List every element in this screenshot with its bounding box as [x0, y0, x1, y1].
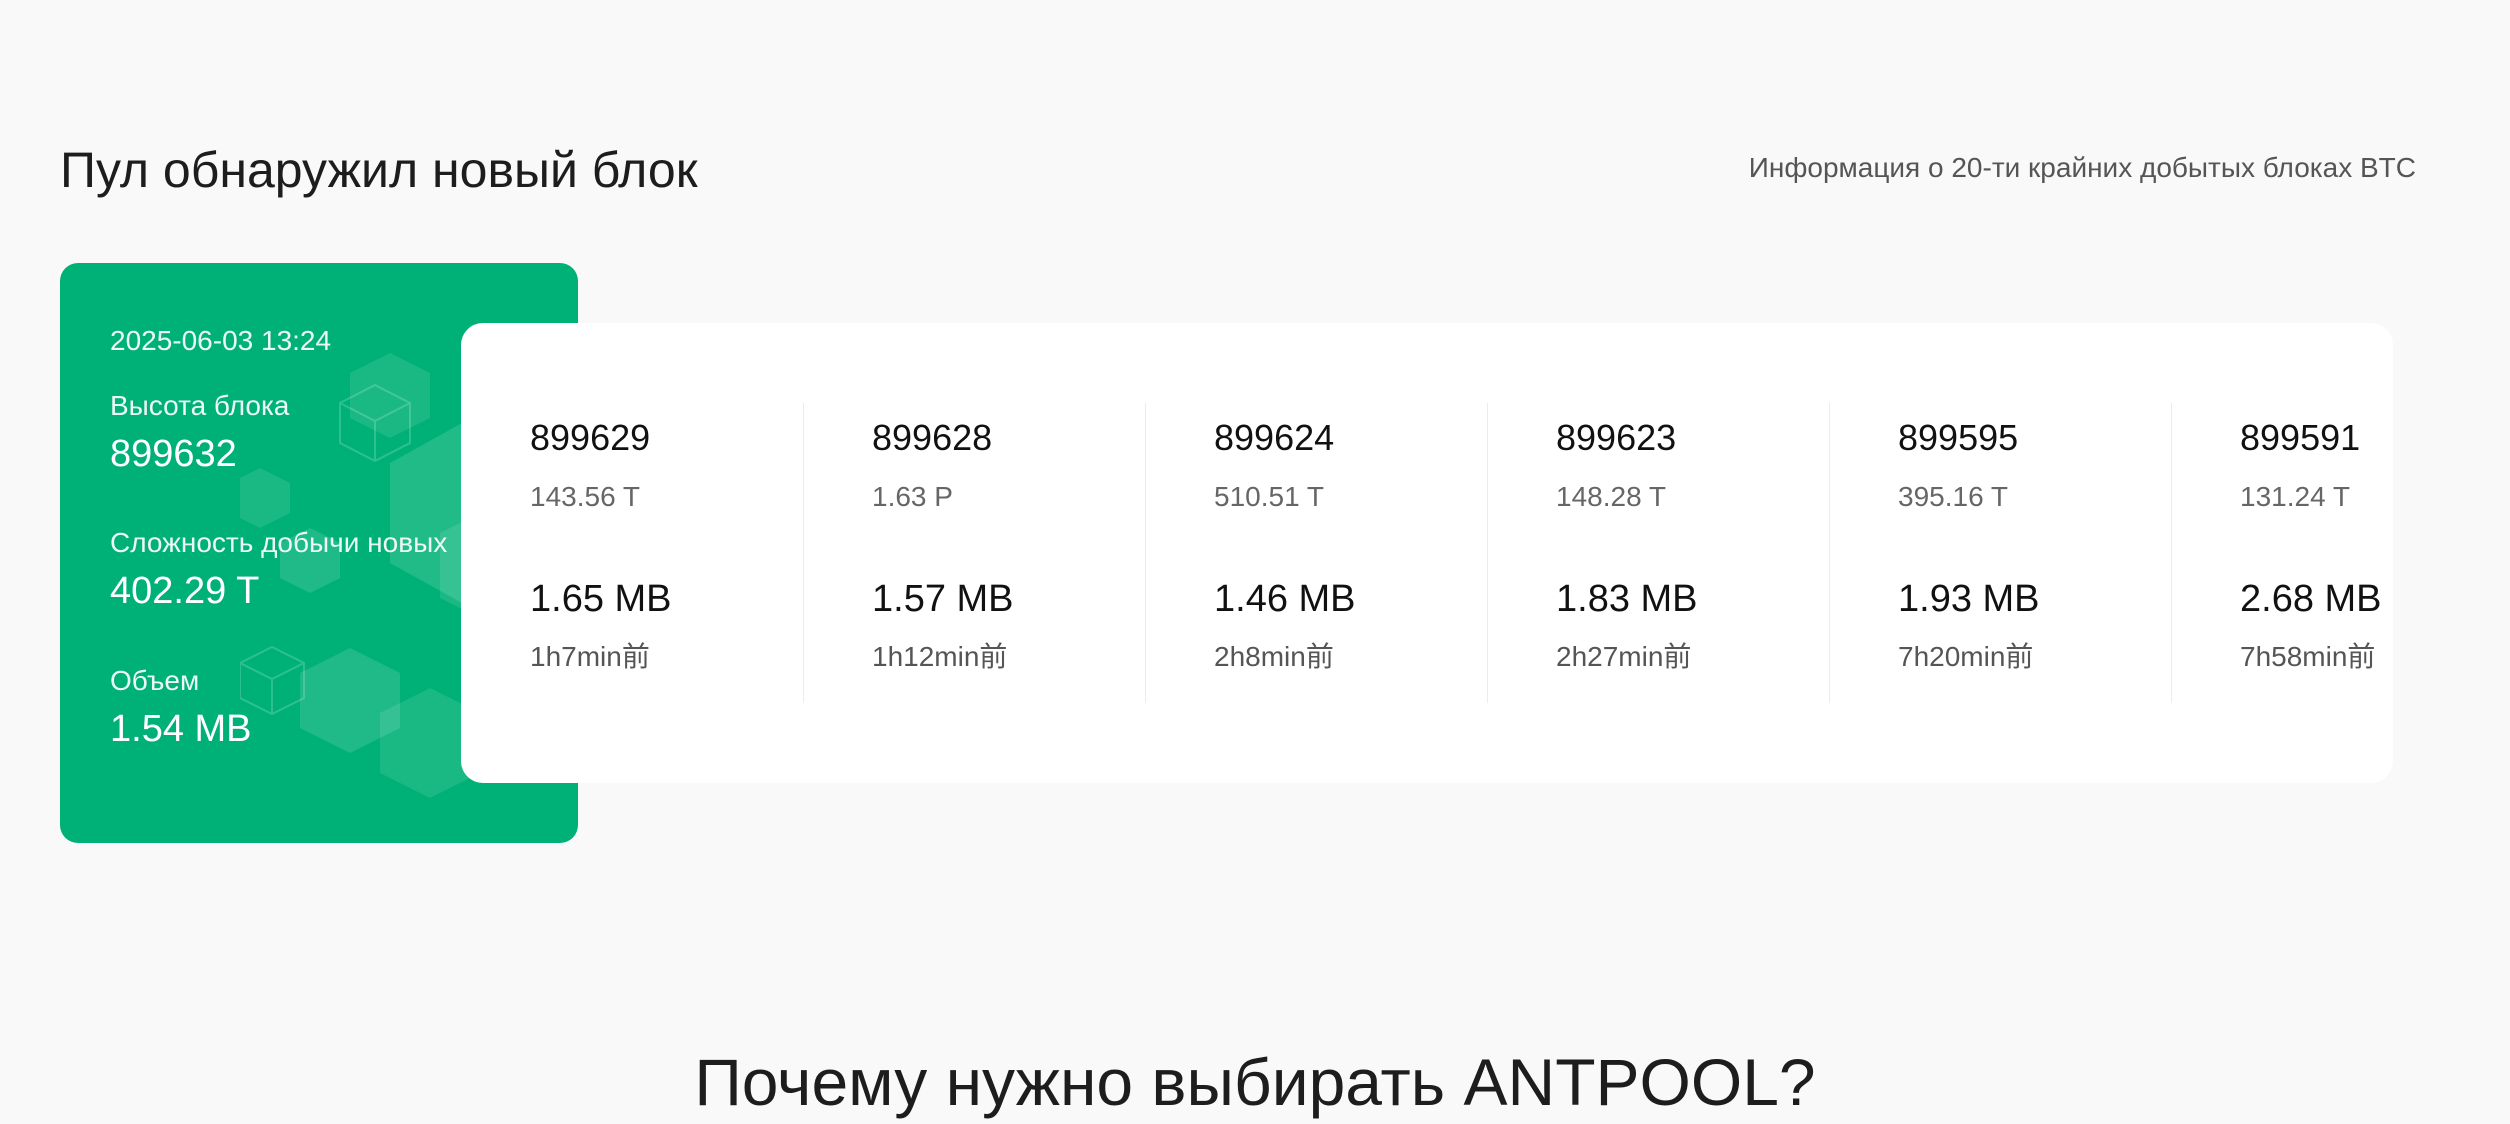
block-height: 899623 — [1556, 417, 1677, 458]
block-difficulty: 148.28 T — [1556, 481, 1667, 512]
block-time-ago: 2h27min前 — [1556, 641, 1692, 672]
block-size: 1.83 MB — [1556, 578, 1698, 620]
block-size: 1.57 MB — [872, 578, 1014, 620]
block-difficulty: 143.56 T — [530, 481, 641, 512]
page-title: Пул обнаружил новый блок — [60, 142, 698, 198]
block-item[interactable]: 899595 395.16 T 1.93 MB 7h20min前 — [1829, 403, 2171, 703]
recent-blocks-panel: 899629 143.56 T 1.65 MB 1h7min前 899628 1… — [461, 323, 2393, 783]
block-item[interactable]: 899628 1.63 P 1.57 MB 1h12min前 — [803, 403, 1145, 703]
block-height-value: 899632 — [110, 433, 237, 475]
block-size: 1.65 MB — [530, 578, 672, 620]
block-item[interactable]: 899623 148.28 T 1.83 MB 2h27min前 — [1487, 403, 1829, 703]
block-time-ago: 1h7min前 — [530, 641, 650, 672]
block-height: 899591 — [2240, 417, 2361, 458]
block-time-ago: 7h20min前 — [1898, 641, 2034, 672]
block-height: 899595 — [1898, 417, 2019, 458]
block-size: 1.46 MB — [1214, 578, 1356, 620]
block-item[interactable]: 899624 510.51 T 1.46 MB 2h8min前 — [1145, 403, 1487, 703]
size-label: Объем — [110, 665, 200, 696]
block-item[interactable]: 899629 143.56 T 1.65 MB 1h7min前 — [461, 403, 803, 703]
why-antpool-heading: Почему нужно выбирать ANTPOOL? — [694, 1045, 1816, 1119]
block-time-ago: 1h12min前 — [872, 641, 1008, 672]
block-time: 2025-06-03 13:24 — [110, 325, 332, 356]
recent-blocks-list: 899629 143.56 T 1.65 MB 1h7min前 899628 1… — [461, 403, 2393, 703]
block-height: 899628 — [872, 417, 993, 458]
difficulty-label: Сложность добычи новых — [110, 527, 448, 558]
block-time-ago: 7h58min前 — [2240, 641, 2376, 672]
section-header: Пул обнаружил новый блок Информация о 20… — [60, 130, 2416, 210]
block-size: 1.93 MB — [1898, 578, 2040, 620]
block-difficulty: 131.24 T — [2240, 481, 2351, 512]
block-difficulty: 1.63 P — [872, 481, 953, 512]
block-size: 2.68 MB — [2240, 578, 2382, 620]
block-height: 899629 — [530, 417, 651, 458]
difficulty-value: 402.29 T — [110, 570, 260, 612]
block-height: 899624 — [1214, 417, 1335, 458]
block-item[interactable]: 899591 131.24 T 2.68 MB 7h58min前 — [2171, 403, 2393, 703]
page-subtitle: Информация о 20-ти крайних добытых блока… — [1748, 152, 2416, 183]
block-time-ago: 2h8min前 — [1214, 641, 1334, 672]
block-difficulty: 510.51 T — [1214, 481, 1325, 512]
block-difficulty: 395.16 T — [1898, 481, 2009, 512]
size-value: 1.54 MB — [110, 708, 252, 750]
block-height-label: Высота блока — [110, 390, 290, 421]
